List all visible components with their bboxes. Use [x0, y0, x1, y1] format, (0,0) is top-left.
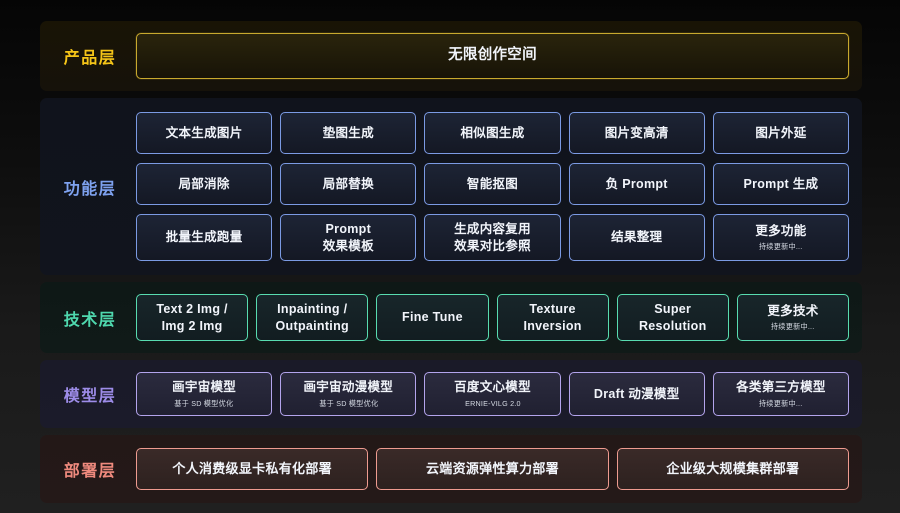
card-row: 个人消费级显卡私有化部署 云端资源弹性算力部署 企业级大规模集群部署: [136, 448, 849, 490]
card-title: Texture Inversion: [523, 302, 582, 333]
card-title: 智能抠图: [466, 176, 519, 191]
card-title: 图片外延: [755, 125, 807, 140]
card-subtitle: 持续更新中...: [759, 242, 803, 252]
card-title: 生成内容复用 效果对比参照: [454, 222, 531, 253]
card-title: Draft 动漫模型: [593, 386, 680, 401]
card-title: Text 2 Img / Img 2 Img: [156, 302, 228, 333]
card-title: Fine Tune: [402, 310, 463, 325]
card-title: 相似图生成: [460, 125, 525, 140]
card-tech[interactable]: Inpainting / Outpainting: [256, 294, 369, 341]
card-row: 画宇宙模型 基于 SD 模型优化 画宇宙动漫模型 基于 SD 模型优化 百度文心模型 ER…: [136, 372, 850, 416]
card-function[interactable]: 垫图生成: [280, 112, 417, 154]
card-row: 批量生成跑量 Prompt 效果模板 生成内容复用 效果对比参照 结果整理 更多功能持续…: [136, 214, 850, 261]
card-model[interactable]: Draft 动漫模型: [568, 372, 705, 416]
card-tech[interactable]: 更多技术持续更新中...: [736, 294, 850, 341]
card-subtitle: ERNIE-VILG 2.0: [464, 398, 521, 408]
card-tech[interactable]: Super Resolution: [616, 294, 729, 341]
card-function[interactable]: 图片外延: [712, 112, 850, 154]
card-title: 垫图生成: [322, 125, 374, 140]
layer-label-function: 功能层: [63, 180, 117, 198]
layer-band-tech: 技术层 Text 2 Img / Img 2 Img Inpainting / Ou…: [40, 282, 862, 353]
card-tech[interactable]: Text 2 Img / Img 2 Img: [136, 294, 249, 341]
card-row: 局部消除 局部替换 智能抠图 负 Prompt Prompt 生成: [136, 163, 850, 205]
card-title: 个人消费级显卡私有化部署: [172, 461, 332, 477]
card-function[interactable]: 局部替换: [280, 163, 417, 205]
layer-band-product: 产品层 无限创作空间: [40, 21, 862, 91]
card-title: 画宇宙动漫模型: [303, 380, 394, 395]
card-function[interactable]: Prompt 生成: [712, 163, 850, 205]
card-title: 各类第三方模型: [736, 380, 826, 395]
card-title: 负 Prompt: [605, 176, 668, 191]
card-title: 云端资源弹性算力部署: [425, 461, 559, 477]
layer-label-product: 产品层: [63, 50, 117, 67]
card-title: 更多技术: [767, 303, 819, 318]
card-row: Text 2 Img / Img 2 Img Inpainting / Outpa…: [136, 294, 850, 341]
card-deploy[interactable]: 云端资源弹性算力部署: [376, 448, 609, 490]
card-title: 更多功能: [755, 223, 807, 238]
card-row: 文本生成图片 垫图生成 相似图生成 图片变高清 图片外延: [136, 112, 850, 154]
card-model[interactable]: 各类第三方模型持续更新中...: [712, 372, 850, 416]
card-function[interactable]: 结果整理: [568, 214, 705, 261]
card-title: 批量生成跑量: [165, 230, 243, 245]
card-deploy[interactable]: 企业级大规模集群部署: [616, 448, 849, 490]
card-function[interactable]: 批量生成跑量: [136, 214, 273, 261]
card-function[interactable]: 智能抠图: [424, 163, 561, 205]
layer-cards-tech: Text 2 Img / Img 2 Img Inpainting / Outpa…: [136, 294, 850, 341]
card-title: 无限创作空间: [448, 47, 537, 64]
card-subtitle: 基于 SD 模型优化: [174, 398, 234, 408]
layer-cards-function: 文本生成图片 垫图生成 相似图生成 图片变高清 图片外延局部消除 局部替换 智能抠图 负 Pr…: [136, 112, 850, 261]
card-subtitle: 持续更新中...: [759, 398, 803, 408]
card-function[interactable]: 文本生成图片: [136, 112, 273, 154]
card-title: 图片变高清: [604, 125, 669, 140]
card-function[interactable]: 负 Prompt: [568, 163, 705, 205]
card-function[interactable]: 局部消除: [136, 163, 273, 205]
card-function[interactable]: 生成内容复用 效果对比参照: [424, 214, 561, 261]
card-row: 无限创作空间: [136, 33, 849, 79]
layer-label-tech: 技术层: [63, 311, 117, 329]
card-title: 结果整理: [611, 230, 663, 245]
card-title: Inpainting / Outpainting: [275, 302, 349, 333]
layer-cards-deploy: 个人消费级显卡私有化部署 云端资源弹性算力部署 企业级大规模集群部署: [136, 448, 849, 490]
card-title: 文本生成图片: [165, 125, 243, 140]
card-title: 局部替换: [322, 176, 374, 191]
card-title: 企业级大规模集群部署: [666, 461, 800, 477]
card-tech[interactable]: Fine Tune: [376, 294, 489, 341]
layer-band-function: 功能层 文本生成图片 垫图生成 相似图生成 图片变高清 图片外延局部消除 局部替换 智能抠图 负…: [40, 98, 862, 275]
card-tech[interactable]: Texture Inversion: [496, 294, 609, 341]
card-function[interactable]: Prompt 效果模板: [280, 214, 417, 261]
card-product[interactable]: 无限创作空间: [136, 33, 849, 79]
card-function[interactable]: 图片变高清: [568, 112, 705, 154]
card-model[interactable]: 画宇宙模型基于 SD 模型优化: [136, 372, 273, 416]
layer-band-deploy: 部署层 个人消费级显卡私有化部署 云端资源弹性算力部署 企业级大规模集群部署: [40, 435, 862, 503]
card-title: 画宇宙模型: [172, 380, 237, 395]
card-title: Prompt 效果模板: [322, 222, 374, 253]
layer-cards-model: 画宇宙模型 基于 SD 模型优化 画宇宙动漫模型 基于 SD 模型优化 百度文心模型 ER…: [136, 372, 850, 416]
card-title: Super Resolution: [638, 302, 707, 333]
card-function[interactable]: 相似图生成: [424, 112, 561, 154]
card-title: 局部消除: [178, 176, 230, 191]
card-title: 百度文心模型: [454, 380, 531, 395]
layer-cards-product: 无限创作空间: [136, 33, 849, 79]
card-function[interactable]: 更多功能持续更新中...: [712, 214, 850, 261]
card-title: Prompt 生成: [743, 176, 819, 191]
layer-band-model: 模型层 画宇宙模型 基于 SD 模型优化 画宇宙动漫模型 基于 SD 模型优化 百度文心模…: [40, 360, 862, 428]
layer-label-deploy: 部署层: [63, 463, 117, 480]
card-model[interactable]: 画宇宙动漫模型基于 SD 模型优化: [280, 372, 417, 416]
layer-label-model: 模型层: [63, 388, 117, 405]
card-subtitle: 持续更新中...: [771, 322, 815, 332]
card-subtitle: 基于 SD 模型优化: [318, 398, 378, 408]
card-deploy[interactable]: 个人消费级显卡私有化部署: [136, 448, 369, 490]
architecture-stack: 产品层 无限创作空间功能层 文本生成图片 垫图生成 相似图生成 图片变高清 图片外延局部消除…: [40, 21, 862, 503]
card-model[interactable]: 百度文心模型 ERNIE-VILG 2.0: [424, 372, 561, 416]
